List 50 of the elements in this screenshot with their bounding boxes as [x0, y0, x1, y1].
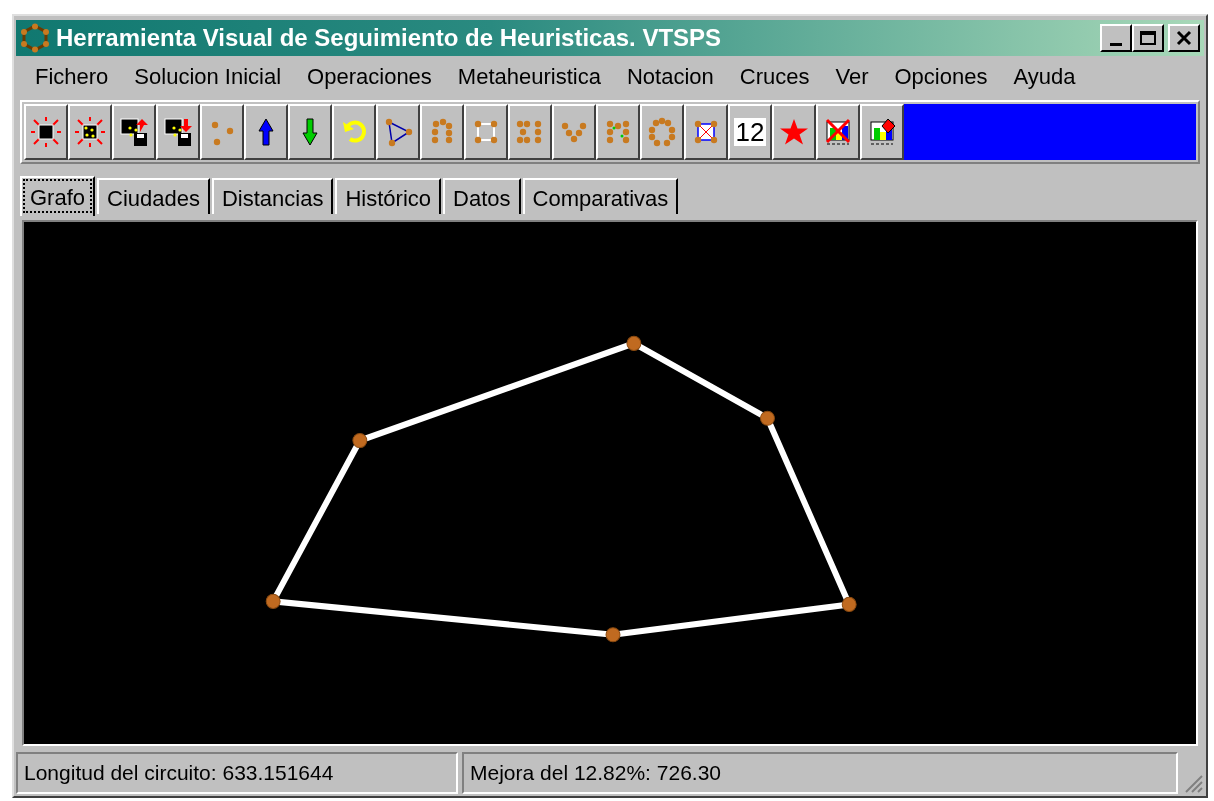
maximize-icon: [1139, 30, 1157, 46]
toolbar-button[interactable]: [508, 104, 552, 160]
toolbar-button[interactable]: [640, 104, 684, 160]
tab[interactable]: Comparativas: [522, 178, 679, 214]
sparkle-square-icon: [30, 116, 62, 148]
toolbar-button[interactable]: [552, 104, 596, 160]
tab[interactable]: Grafo: [20, 176, 96, 216]
toolbar-button[interactable]: [244, 104, 288, 160]
window-title: Herramienta Visual de Seguimiento de Heuristicas. VTSPS: [56, 23, 722, 53]
menu-item[interactable]: Metaheuristica: [444, 59, 614, 93]
minimize-button[interactable]: [1100, 24, 1132, 52]
toolbar-button[interactable]: [420, 104, 464, 160]
toolbar-button[interactable]: [772, 104, 816, 160]
menu-item[interactable]: Opciones: [881, 59, 1001, 93]
status-text: Longitud del circuito: 633.151644: [16, 752, 458, 794]
tab[interactable]: Ciudades: [97, 178, 210, 214]
menu-item[interactable]: Cruces: [726, 59, 823, 93]
maximize-button[interactable]: [1132, 24, 1164, 52]
toolbar-button[interactable]: [684, 104, 728, 160]
menu-item[interactable]: Ayuda: [1000, 59, 1089, 93]
close-button[interactable]: [1168, 24, 1200, 52]
toolbar-button[interactable]: [112, 104, 156, 160]
toolbar-button[interactable]: [156, 104, 200, 160]
save-icon: [162, 116, 194, 148]
menu-item[interactable]: Operaciones: [294, 59, 445, 93]
menu-item[interactable]: Solucion Inicial: [121, 59, 295, 93]
minimize-icon: [1110, 42, 1122, 46]
app-logo-icon: [20, 23, 50, 53]
sparkle-square-icon: [74, 116, 106, 148]
tab[interactable]: Datos: [443, 178, 521, 214]
toolbar-button[interactable]: [376, 104, 420, 160]
toolbar-button[interactable]: [596, 104, 640, 160]
status-text: Mejora del 12.82%: 726.30: [462, 752, 1178, 794]
toolbar-button[interactable]: 12: [728, 104, 772, 160]
menu-item[interactable]: Notacion: [613, 59, 727, 93]
toolbar-button[interactable]: [288, 104, 332, 160]
menu-item[interactable]: Ver: [822, 59, 882, 93]
toolbar-button[interactable]: [464, 104, 508, 160]
toolbar-button[interactable]: [332, 104, 376, 160]
menu-item[interactable]: Fichero: [22, 59, 122, 93]
dots-circle-icon: [646, 116, 678, 148]
toolbar-button[interactable]: [24, 104, 68, 160]
toolbar-button[interactable]: [816, 104, 860, 160]
tab[interactable]: Distancias: [212, 178, 334, 214]
toolbar-button[interactable]: [200, 104, 244, 160]
toolbar-button[interactable]: [860, 104, 904, 160]
toolbar-button[interactable]: [68, 104, 112, 160]
close-icon: [1176, 30, 1192, 46]
save-icon: [118, 116, 150, 148]
tab[interactable]: Histórico: [335, 178, 442, 214]
